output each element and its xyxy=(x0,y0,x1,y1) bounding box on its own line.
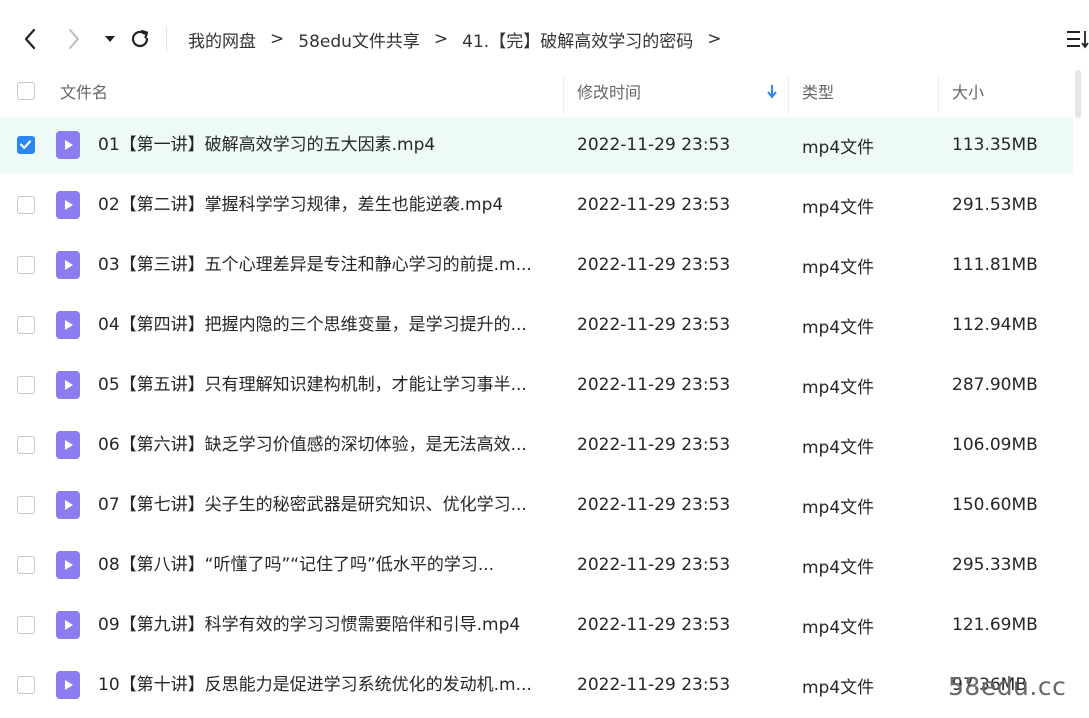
file-type: mp4文件 xyxy=(802,437,875,458)
file-size: 291.53MB xyxy=(952,195,1038,215)
row-checkbox[interactable] xyxy=(17,376,35,394)
forward-icon[interactable] xyxy=(62,24,86,54)
file-modified-time: 2022-11-29 23:53 xyxy=(577,375,731,395)
file-type: mp4文件 xyxy=(802,677,875,698)
select-all-checkbox[interactable] xyxy=(17,82,35,100)
file-name[interactable]: 10【第十讲】反思能力是促进学习系统优化的发动机.m... xyxy=(98,657,552,713)
row-checkbox[interactable] xyxy=(17,196,35,214)
file-name[interactable]: 09【第九讲】科学有效的学习习惯需要陪伴和引导.mp4 xyxy=(98,597,552,653)
video-file-icon xyxy=(56,251,80,279)
column-divider[interactable] xyxy=(788,76,789,114)
file-modified-time: 2022-11-29 23:53 xyxy=(577,675,731,695)
row-checkbox[interactable] xyxy=(17,556,35,574)
column-divider[interactable] xyxy=(563,76,564,114)
column-type-header[interactable]: 类型 xyxy=(802,68,834,114)
video-file-icon xyxy=(56,671,80,699)
file-row[interactable]: 04【第四讲】把握内隐的三个思维变量，是学习提升的... 2022-11-29 2… xyxy=(0,297,1073,353)
video-file-icon xyxy=(56,431,80,459)
file-name[interactable]: 01【第一讲】破解高效学习的五大因素.mp4 xyxy=(98,117,552,173)
history-dropdown-icon[interactable] xyxy=(98,24,122,54)
breadcrumb: 我的网盘 > 58edu文件共享 > 41.【完】破解高效学习的密码 > xyxy=(188,26,735,52)
file-row[interactable]: 07【第七讲】尖子生的秘密武器是研究知识、优化学习... 2022-11-29 2… xyxy=(0,477,1073,533)
file-type: mp4文件 xyxy=(802,497,875,518)
sort-order-icon[interactable] xyxy=(1066,28,1089,50)
sort-descending-icon[interactable] xyxy=(766,68,778,114)
file-type: mp4文件 xyxy=(802,137,875,158)
toolbar-divider xyxy=(166,27,167,51)
file-size: 111.81MB xyxy=(952,255,1038,275)
file-type: mp4文件 xyxy=(802,197,875,218)
row-checkbox[interactable] xyxy=(17,316,35,334)
refresh-icon[interactable] xyxy=(128,24,152,54)
watermark: 58edu.cc xyxy=(948,672,1067,701)
row-checkbox[interactable] xyxy=(17,676,35,694)
file-name[interactable]: 06【第六讲】缺乏学习价值感的深切体验，是无法高效... xyxy=(98,417,552,473)
breadcrumb-item-current[interactable]: 41.【完】破解高效学习的密码 xyxy=(462,27,693,52)
file-modified-time: 2022-11-29 23:53 xyxy=(577,135,731,155)
video-file-icon xyxy=(56,371,80,399)
column-divider[interactable] xyxy=(938,76,939,114)
file-name[interactable]: 07【第七讲】尖子生的秘密武器是研究知识、优化学习... xyxy=(98,477,552,533)
file-row[interactable]: 02【第二讲】掌握科学学习规律，差生也能逆袭.mp4 2022-11-29 23:… xyxy=(0,177,1073,233)
row-checkbox[interactable] xyxy=(17,616,35,634)
file-name[interactable]: 05【第五讲】只有理解知识建构机制，才能让学习事半... xyxy=(98,357,552,413)
file-size: 113.35MB xyxy=(952,135,1038,155)
breadcrumb-item-my-disk[interactable]: 我的网盘 xyxy=(188,27,256,52)
video-file-icon xyxy=(56,611,80,639)
file-modified-time: 2022-11-29 23:53 xyxy=(577,315,731,335)
file-type: mp4文件 xyxy=(802,557,875,578)
file-row[interactable]: 03【第三讲】五个心理差异是专注和静心学习的前提.m... 2022-11-29 … xyxy=(0,237,1073,293)
file-row[interactable]: 09【第九讲】科学有效的学习习惯需要陪伴和引导.mp4 2022-11-29 23… xyxy=(0,597,1073,653)
video-file-icon xyxy=(56,311,80,339)
file-row[interactable]: 08【第八讲】“听懂了吗”“记住了吗”低水平的学习... 2022-11-29 2… xyxy=(0,537,1073,593)
file-size: 106.09MB xyxy=(952,435,1038,455)
video-file-icon xyxy=(56,491,80,519)
video-file-icon xyxy=(56,131,80,159)
video-file-icon xyxy=(56,551,80,579)
breadcrumb-separator[interactable]: > xyxy=(707,29,721,49)
file-size: 121.69MB xyxy=(952,615,1038,635)
file-modified-time: 2022-11-29 23:53 xyxy=(577,255,731,275)
file-name[interactable]: 08【第八讲】“听懂了吗”“记住了吗”低水平的学习... xyxy=(98,537,552,593)
column-modified-header[interactable]: 修改时间 xyxy=(577,68,641,114)
column-header: 文件名 修改时间 类型 大小 xyxy=(0,68,1073,114)
column-size-header[interactable]: 大小 xyxy=(952,68,984,114)
row-checkbox[interactable] xyxy=(17,136,35,154)
file-name[interactable]: 04【第四讲】把握内隐的三个思维变量，是学习提升的... xyxy=(98,297,552,353)
file-row[interactable]: 06【第六讲】缺乏学习价值感的深切体验，是无法高效... 2022-11-29 2… xyxy=(0,417,1073,473)
file-size: 112.94MB xyxy=(952,315,1038,335)
file-name[interactable]: 03【第三讲】五个心理差异是专注和静心学习的前提.m... xyxy=(98,237,552,293)
row-checkbox[interactable] xyxy=(17,496,35,514)
column-name-header[interactable]: 文件名 xyxy=(60,68,108,114)
file-size: 287.90MB xyxy=(952,375,1038,395)
file-modified-time: 2022-11-29 23:53 xyxy=(577,435,731,455)
back-icon[interactable] xyxy=(18,24,42,54)
file-type: mp4文件 xyxy=(802,617,875,638)
toolbar: 我的网盘 > 58edu文件共享 > 41.【完】破解高效学习的密码 > xyxy=(0,0,1089,78)
file-type: mp4文件 xyxy=(802,377,875,398)
scrollbar[interactable] xyxy=(1075,70,1081,118)
file-modified-time: 2022-11-29 23:53 xyxy=(577,195,731,215)
row-checkbox[interactable] xyxy=(17,256,35,274)
file-type: mp4文件 xyxy=(802,317,875,338)
file-modified-time: 2022-11-29 23:53 xyxy=(577,555,731,575)
file-name[interactable]: 02【第二讲】掌握科学学习规律，差生也能逆袭.mp4 xyxy=(98,177,552,233)
breadcrumb-separator: > xyxy=(433,29,449,49)
file-type: mp4文件 xyxy=(802,257,875,278)
file-row[interactable]: 10【第十讲】反思能力是促进学习系统优化的发动机.m... 2022-11-29 … xyxy=(0,657,1073,713)
check-icon xyxy=(19,140,32,149)
video-file-icon xyxy=(56,191,80,219)
file-modified-time: 2022-11-29 23:53 xyxy=(577,495,731,515)
file-row[interactable]: 01【第一讲】破解高效学习的五大因素.mp4 2022-11-29 23:53 mp… xyxy=(0,117,1073,173)
breadcrumb-separator: > xyxy=(270,29,285,49)
file-size: 150.60MB xyxy=(952,495,1038,515)
file-row[interactable]: 05【第五讲】只有理解知识建构机制，才能让学习事半... 2022-11-29 2… xyxy=(0,357,1073,413)
row-checkbox[interactable] xyxy=(17,436,35,454)
breadcrumb-item-share[interactable]: 58edu文件共享 xyxy=(298,27,420,52)
file-modified-time: 2022-11-29 23:53 xyxy=(577,615,731,635)
file-size: 295.33MB xyxy=(952,555,1038,575)
